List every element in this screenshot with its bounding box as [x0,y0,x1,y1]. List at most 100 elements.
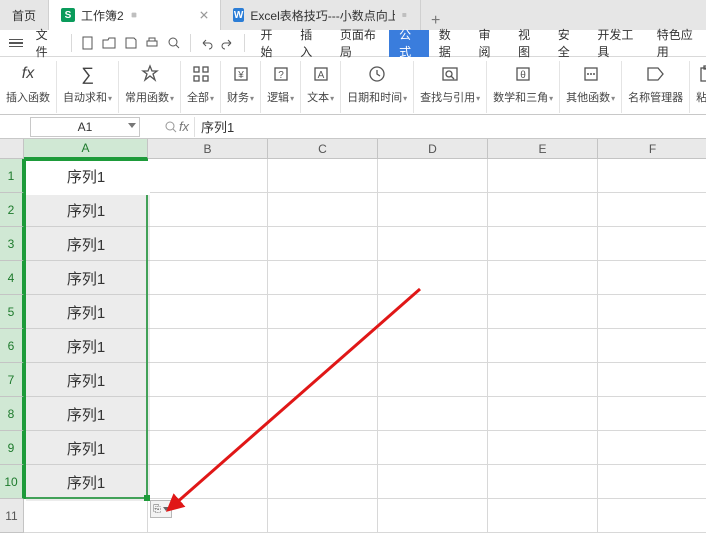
menu-tab-4[interactable]: 数据 [429,30,469,57]
open-icon[interactable] [99,32,119,54]
menu-tab-7[interactable]: 安全 [548,30,588,57]
ribbon-finance[interactable]: ¥ 财务▾ [221,61,261,113]
cell-B7[interactable] [148,363,268,397]
cell-F2[interactable] [598,193,706,227]
ribbon-paste[interactable]: 粘贴 [690,61,706,113]
cell-C6[interactable] [268,329,378,363]
cell-F5[interactable] [598,295,706,329]
cell-D10[interactable] [378,465,488,499]
row-header-5[interactable]: 5 [0,295,24,329]
menu-tab-1[interactable]: 插入 [290,30,330,57]
column-header-B[interactable]: B [148,139,268,159]
cell-E11[interactable] [488,499,598,533]
menu-tab-3[interactable]: 公式 [389,30,429,57]
cell-A3[interactable] [24,227,148,261]
cell-C9[interactable] [268,431,378,465]
column-header-F[interactable]: F [598,139,706,159]
cell-F4[interactable] [598,261,706,295]
cell-C4[interactable] [268,261,378,295]
column-header-E[interactable]: E [488,139,598,159]
cell-F8[interactable] [598,397,706,431]
cell-E6[interactable] [488,329,598,363]
cell-A6[interactable] [24,329,148,363]
cell-B4[interactable] [148,261,268,295]
cell-E7[interactable] [488,363,598,397]
ribbon-logic[interactable]: ? 逻辑▾ [261,61,301,113]
cell-B2[interactable] [148,193,268,227]
cell-B8[interactable] [148,397,268,431]
row-header-11[interactable]: 11 [0,499,24,533]
cell-C3[interactable] [268,227,378,261]
autofill-options-button[interactable]: ⎘ [150,500,172,518]
ribbon-other-fn[interactable]: 其他函数▾ [560,61,622,113]
menu-tab-5[interactable]: 审阅 [468,30,508,57]
window-pin-icon[interactable] [401,11,408,19]
ribbon-all-fn[interactable]: 全部▾ [181,61,221,113]
column-header-A[interactable]: A [24,139,148,159]
save-icon[interactable] [121,32,141,54]
cell-E3[interactable] [488,227,598,261]
cell-B10[interactable] [148,465,268,499]
cell-A2[interactable] [24,193,148,227]
cell-B5[interactable] [148,295,268,329]
undo-icon[interactable] [197,32,217,54]
cell-E9[interactable] [488,431,598,465]
cell-C1[interactable] [268,159,378,193]
row-header-4[interactable]: 4 [0,261,24,295]
cell-B3[interactable] [148,227,268,261]
tab-workbook[interactable]: S 工作簿2 [49,0,221,30]
ribbon-lookup[interactable]: 查找与引用▾ [414,61,487,113]
cell-A8[interactable] [24,397,148,431]
print-preview-icon[interactable] [164,32,184,54]
row-header-7[interactable]: 7 [0,363,24,397]
ribbon-autosum[interactable]: ∑ 自动求和▾ [57,61,119,113]
cell-B9[interactable] [148,431,268,465]
redo-icon[interactable] [218,32,238,54]
cell-E2[interactable] [488,193,598,227]
cell-D5[interactable] [378,295,488,329]
cell-D6[interactable] [378,329,488,363]
select-all-corner[interactable] [0,139,24,159]
file-menu[interactable]: 文件 [28,26,65,60]
close-icon[interactable] [200,11,208,19]
cell-A10[interactable] [24,465,148,499]
ribbon-common-fn[interactable]: 常用函数▾ [119,61,181,113]
column-header-C[interactable]: C [268,139,378,159]
cell-A5[interactable] [24,295,148,329]
cell-F11[interactable] [598,499,706,533]
cell-F10[interactable] [598,465,706,499]
cell-D1[interactable] [378,159,488,193]
cell-A11[interactable] [24,499,148,533]
cell-D8[interactable] [378,397,488,431]
cell-D11[interactable] [378,499,488,533]
cell-F9[interactable] [598,431,706,465]
menu-tab-9[interactable]: 特色应用 [647,30,706,57]
fx-button[interactable]: fx [160,119,194,134]
cell-C8[interactable] [268,397,378,431]
column-header-D[interactable]: D [378,139,488,159]
row-header-3[interactable]: 3 [0,227,24,261]
hamburger-icon[interactable] [6,39,26,48]
cell-E5[interactable] [488,295,598,329]
cell-A4[interactable] [24,261,148,295]
chevron-down-icon[interactable] [128,123,136,128]
cell-C7[interactable] [268,363,378,397]
cell-F3[interactable] [598,227,706,261]
ribbon-datetime[interactable]: 日期和时间▾ [341,61,414,113]
cell-B6[interactable] [148,329,268,363]
name-box[interactable]: A1 [30,117,140,137]
cell-D9[interactable] [378,431,488,465]
cell-E1[interactable] [488,159,598,193]
cell-D2[interactable] [378,193,488,227]
ribbon-name-manager[interactable]: 名称管理器 [622,61,690,113]
tab-other[interactable]: W Excel表格技巧---小数点向上取整 [221,0,421,30]
cell-C10[interactable] [268,465,378,499]
new-doc-icon[interactable] [78,32,98,54]
row-header-8[interactable]: 8 [0,397,24,431]
cell-A9[interactable] [24,431,148,465]
window-pin-icon[interactable] [130,11,138,19]
ribbon-text[interactable]: A 文本▾ [301,61,341,113]
menu-tab-0[interactable]: 开始 [251,30,291,57]
print-icon[interactable] [143,32,163,54]
cell-F6[interactable] [598,329,706,363]
